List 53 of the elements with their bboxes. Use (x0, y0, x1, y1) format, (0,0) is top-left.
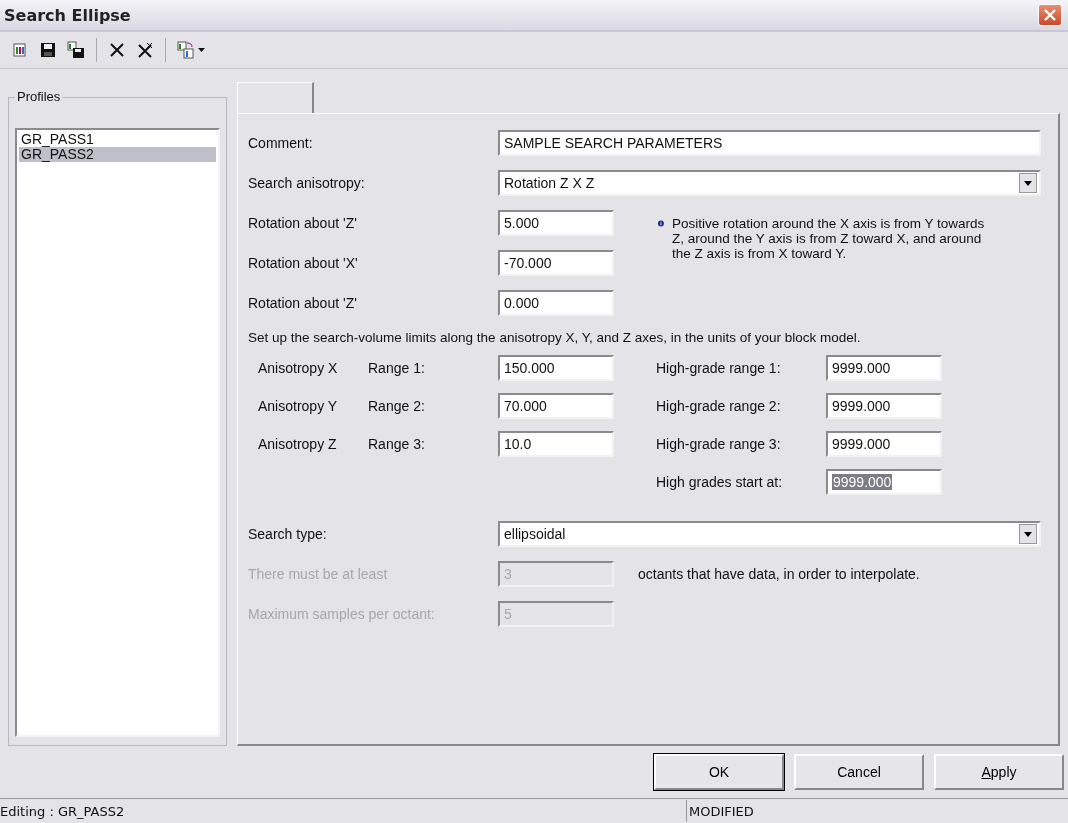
double-x-icon (136, 41, 154, 59)
list-item[interactable]: GR_PASS1 (19, 132, 216, 147)
field-label: Range 3: (368, 436, 426, 452)
close-button[interactable] (1038, 4, 1062, 26)
input-field[interactable]: 70.000 (498, 393, 614, 419)
list-item[interactable]: GR_PASS2 (19, 147, 216, 162)
field-label: High grades start at: (655, 474, 784, 490)
field-label: Search type: (248, 526, 328, 542)
field-label: Rotation about 'Z' (248, 295, 358, 311)
axis-label: Anisotropy X (257, 360, 339, 376)
input-field[interactable]: 5.000 (498, 210, 614, 236)
dropdown[interactable]: Rotation Z X Z (498, 170, 1041, 196)
input-field[interactable]: 9999.000 (826, 469, 942, 495)
tab[interactable] (237, 82, 314, 113)
field-label: Rotation about 'X' (248, 255, 359, 271)
field-label: Search anisotropy: (248, 175, 366, 191)
push-button[interactable]: Cancel (794, 754, 924, 790)
field-label: octants that have data, in order to interpolate. (638, 566, 920, 582)
field-label: There must be at least (248, 566, 389, 582)
group-title: Profiles (15, 89, 63, 104)
status-text: MODIFIED (686, 800, 754, 822)
dropdown-arrow-icon (1024, 531, 1032, 537)
window-title: Search Ellipse (4, 5, 131, 25)
info-text: Positive rotation around the X axis is from Y towards Z, around the Y axis is from Z toward X, and around the Z axis is from X toward Y. (671, 216, 986, 261)
input-field[interactable]: 10.0 (498, 431, 614, 457)
status-text: Editing : GR_PASS2 (0, 803, 126, 819)
push-button[interactable]: OK (654, 754, 784, 790)
field-label: High-grade range 2: (655, 398, 782, 414)
field-label: Rotation about 'Z' (248, 215, 358, 231)
field-label: Range 2: (368, 398, 426, 414)
dropdown[interactable]: ellipsoidal (498, 521, 1041, 547)
axis-label: Anisotropy Z (257, 436, 338, 452)
axis-label: Anisotropy Y (257, 398, 339, 414)
field-label: Range 1: (368, 360, 426, 376)
input-field[interactable]: 0.000 (498, 290, 614, 316)
instruction-text: Set up the search-volume limits along the anisotropy X, Y, and Z axes, in the units of your block model. (248, 330, 862, 345)
push-button[interactable]: Apply (934, 754, 1064, 790)
input-field[interactable]: 9999.000 (826, 431, 942, 457)
field-label: High-grade range 3: (655, 436, 782, 452)
input-field[interactable]: 9999.000 (826, 393, 942, 419)
document-icon (11, 41, 29, 59)
field-label: Comment: (248, 135, 314, 151)
field-label: High-grade range 1: (655, 360, 782, 376)
input-field[interactable]: 9999.000 (826, 355, 942, 381)
input-field[interactable]: -70.000 (498, 250, 614, 276)
dropdown-arrow-icon (1024, 180, 1032, 186)
x-icon (108, 41, 126, 59)
input-field[interactable]: SAMPLE SEARCH PARAMETERS (498, 130, 1041, 156)
close-icon (1043, 8, 1057, 22)
input-field[interactable]: 150.000 (498, 355, 614, 381)
field-label: Maximum samples per octant: (248, 606, 436, 622)
document-floppy-icon (67, 41, 85, 59)
documents-icon (177, 41, 195, 59)
